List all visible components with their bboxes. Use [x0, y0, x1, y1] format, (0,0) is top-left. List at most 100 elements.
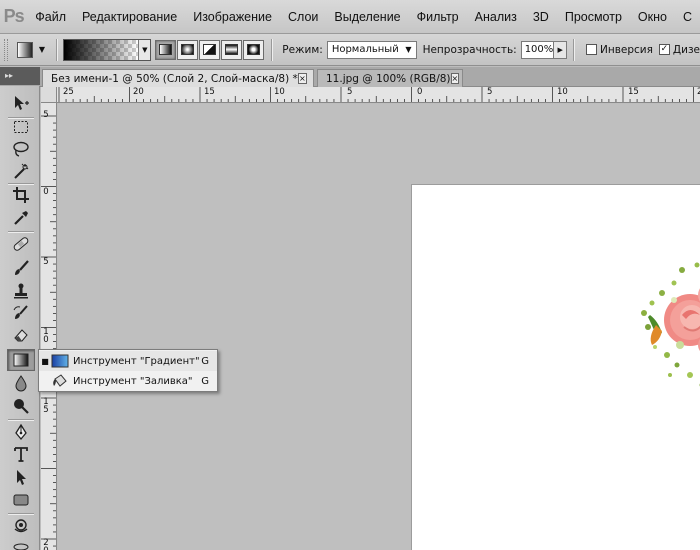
gradient-tool[interactable] — [7, 349, 35, 371]
paint-bucket-icon — [51, 374, 69, 388]
move-tool[interactable] — [7, 92, 35, 114]
ruler-label: 1 5 — [43, 397, 49, 415]
canvas-area[interactable] — [58, 104, 700, 550]
gradient-preview[interactable] — [64, 39, 139, 60]
path-selection-icon — [17, 470, 26, 485]
eyedropper-tool[interactable] — [7, 207, 35, 229]
3d-rotate-icon — [14, 519, 28, 533]
menu-help[interactable]: С — [675, 0, 700, 34]
3d-orbit-tool[interactable] — [7, 536, 35, 550]
ruler-label: 10 — [274, 87, 285, 97]
divider — [573, 38, 574, 61]
3d-rotate-tool[interactable] — [7, 515, 35, 537]
options-grip[interactable] — [4, 38, 8, 61]
flyout-item-gradient[interactable]: ■ Инструмент "Градиент" G — [39, 351, 217, 371]
radial-gradient-button[interactable] — [177, 39, 199, 60]
crop-tool[interactable] — [7, 184, 35, 206]
dither-option[interactable]: ✓ Дизе — [658, 44, 700, 56]
divider — [8, 231, 34, 232]
ruler-label: 1 0 — [43, 327, 49, 345]
menu-view[interactable]: Просмотр — [557, 0, 630, 34]
move-icon — [15, 96, 29, 110]
eyedropper-icon — [14, 211, 28, 225]
dither-checkbox[interactable]: ✓ — [658, 44, 670, 55]
mode-select[interactable]: Нормальный ▼ — [326, 40, 417, 59]
pen-tool[interactable] — [7, 421, 35, 443]
ruler-label: 25 — [63, 87, 74, 97]
menu-file[interactable]: Файл — [27, 0, 74, 34]
menu-filter[interactable]: Фильтр — [409, 0, 467, 34]
selected-bullet: ■ — [41, 356, 49, 366]
blur-tool[interactable] — [7, 372, 35, 394]
linear-gradient-button[interactable] — [155, 39, 177, 60]
tab-label: Без имени-1 @ 50% (Слой 2, Слой-маска/8)… — [51, 72, 298, 85]
pen-icon — [15, 423, 27, 441]
brush-icon — [15, 260, 29, 275]
close-icon[interactable]: × — [450, 73, 460, 84]
type-icon — [14, 447, 28, 462]
marquee-tool[interactable] — [7, 116, 35, 138]
toolbox — [0, 86, 40, 550]
document-tab-untitled[interactable]: Без имени-1 @ 50% (Слой 2, Слой-маска/8)… — [42, 69, 314, 87]
shortcut-key: G — [201, 375, 209, 387]
lasso-tool[interactable] — [7, 138, 35, 160]
gradient-icon — [51, 354, 69, 368]
linear-gradient-icon — [159, 44, 173, 55]
close-icon[interactable]: × — [297, 73, 307, 84]
menu-3d[interactable]: 3D — [525, 0, 557, 34]
tool-preset-picker[interactable]: ▼ — [16, 39, 51, 61]
healing-brush-tool[interactable] — [7, 233, 35, 255]
chevron-down-icon: ▼ — [38, 45, 45, 54]
quick-selection-tool[interactable] — [7, 160, 35, 182]
menu-select[interactable]: Выделение — [326, 0, 408, 34]
radial-gradient-icon — [181, 44, 195, 55]
opacity-input[interactable]: 100% — [520, 40, 555, 59]
diamond-gradient-icon — [247, 44, 261, 55]
inverse-option[interactable]: Инверсия — [585, 44, 653, 56]
type-tool[interactable] — [7, 443, 35, 465]
angle-gradient-button[interactable] — [199, 39, 221, 60]
gradient-picker[interactable]: ▼ — [63, 38, 152, 61]
rectangle-shape-icon — [13, 494, 29, 506]
divider — [271, 38, 273, 61]
gradient-tool-flyout: ■ Инструмент "Градиент" G Инструмент "За… — [38, 349, 218, 392]
mode-value: Нормальный — [331, 44, 399, 55]
opacity-slider-button[interactable]: ▶ — [554, 40, 568, 59]
shortcut-key: G — [201, 355, 209, 367]
flyout-item-paint-bucket[interactable]: Инструмент "Заливка" G — [39, 371, 217, 391]
ruler-label: 2 0 — [43, 538, 49, 550]
reflected-gradient-button[interactable] — [221, 39, 243, 60]
options-bar: ▼ ▼ Режим: Нормальный ▼ Непрозрачность: … — [0, 34, 700, 66]
menu-layer[interactable]: Слои — [280, 0, 326, 34]
ruler-label: 15 — [628, 87, 639, 97]
eraser-tool[interactable] — [7, 324, 35, 346]
toolbox-collapse-button[interactable]: ▸▸ — [0, 67, 40, 85]
document-canvas[interactable] — [412, 185, 700, 550]
menu-window[interactable]: Окно — [630, 0, 675, 34]
3d-orbit-icon — [13, 543, 29, 550]
dodge-tool[interactable] — [7, 395, 35, 417]
clone-stamp-tool[interactable] — [7, 280, 35, 302]
brush-tool[interactable] — [7, 257, 35, 279]
inverse-checkbox[interactable] — [585, 44, 597, 55]
menu-edit[interactable]: Редактирование — [74, 0, 185, 34]
ruler-origin[interactable] — [41, 87, 57, 103]
gradient-icon — [13, 353, 29, 367]
bandage-icon — [13, 237, 29, 251]
flyout-item-label: Инструмент "Заливка" — [73, 375, 193, 387]
shape-tool[interactable] — [7, 489, 35, 511]
divider — [8, 419, 34, 420]
ruler-label: 20 — [133, 87, 144, 97]
path-selection-tool[interactable] — [7, 466, 35, 488]
eraser-icon — [14, 329, 28, 342]
vertical-ruler[interactable]: 5 0 5 1 0 1 5 2 0 — [41, 103, 57, 550]
menu-image[interactable]: Изображение — [185, 0, 280, 34]
document-tab-11jpg[interactable]: 11.jpg @ 100% (RGB/8) × — [317, 69, 463, 87]
menu-analysis[interactable]: Анализ — [467, 0, 525, 34]
divider — [56, 38, 58, 61]
diamond-gradient-button[interactable] — [243, 39, 265, 60]
history-brush-tool[interactable] — [7, 302, 35, 324]
chevron-down-icon[interactable]: ▼ — [138, 39, 151, 60]
horizontal-ruler[interactable]: 25201510505101520 — [57, 87, 700, 103]
photoshop-logo: Ps — [3, 6, 25, 26]
